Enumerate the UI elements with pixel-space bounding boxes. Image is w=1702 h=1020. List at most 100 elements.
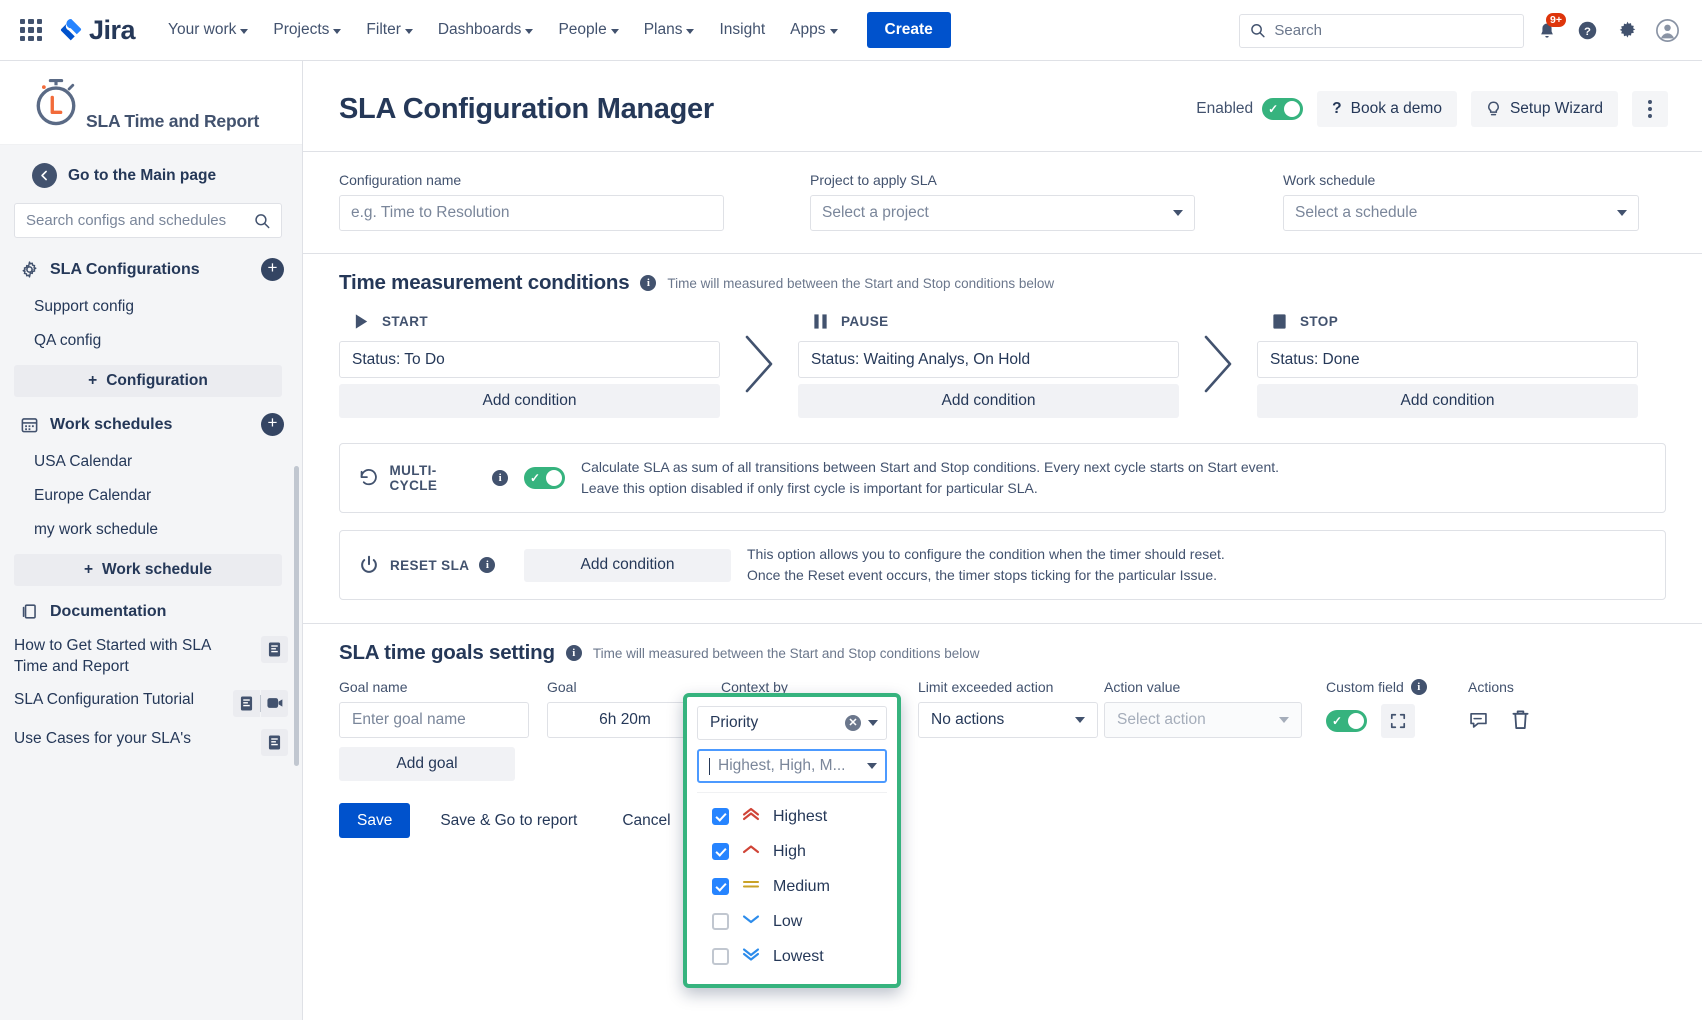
jira-logo[interactable]: Jira [58, 17, 135, 44]
sidebar-item-usa-calendar[interactable]: USA Calendar [0, 445, 302, 479]
sidebar-item-qa-config[interactable]: QA config [0, 324, 302, 358]
priority-label: Medium [773, 878, 830, 896]
goal-value-input[interactable]: 6h 20m [547, 702, 703, 738]
add-work-schedule-button[interactable]: + Work schedule [14, 554, 282, 586]
nav-item-your-work[interactable]: Your work [157, 13, 259, 47]
sidebar-scrollbar[interactable] [294, 466, 299, 766]
context-by-field-select[interactable]: Priority ✕ [697, 706, 887, 740]
priority-low-icon [742, 912, 760, 931]
custom-field-cell: ✓ [1326, 702, 1468, 738]
info-icon[interactable]: i [566, 645, 582, 661]
doc-icon[interactable] [261, 636, 288, 663]
documentation-item-label: How to Get Started with SLA Time and Rep… [14, 636, 224, 678]
project-placeholder: Select a project [822, 204, 929, 222]
context-by-values-input[interactable]: Highest, High, M... [697, 749, 887, 783]
book-a-demo-label: Book a demo [1351, 100, 1442, 118]
settings-button[interactable] [1610, 14, 1644, 48]
sidebar-search-input[interactable] [26, 212, 248, 229]
app-switcher-icon[interactable] [18, 17, 44, 43]
action-value-select[interactable]: Select action [1104, 702, 1302, 738]
checkbox[interactable] [712, 948, 729, 965]
configuration-name-placeholder: e.g. Time to Resolution [351, 204, 510, 222]
nav-item-insight[interactable]: Insight [708, 13, 776, 47]
reset-sla-tag: RESET SLA i [358, 554, 508, 576]
doc-icon[interactable] [233, 690, 260, 717]
nav-label: Insight [719, 21, 765, 39]
toggle-knob [1348, 713, 1364, 729]
add-configuration-button[interactable]: + Configuration [14, 365, 282, 397]
checkbox[interactable] [712, 808, 729, 825]
sidebar-item-support-config[interactable]: Support config [0, 290, 302, 324]
save-button[interactable]: Save [339, 803, 410, 838]
nav-item-filter[interactable]: Filter [355, 13, 423, 47]
delete-goal-button[interactable] [1511, 709, 1530, 735]
checkbox[interactable] [712, 843, 729, 860]
sidebar-logo[interactable]: SLA Time and Report [0, 61, 302, 145]
priority-option-low[interactable]: Low [697, 904, 887, 939]
save-and-go-to-report-button[interactable]: Save & Go to report [425, 803, 592, 838]
priority-option-lowest[interactable]: Lowest [697, 939, 887, 974]
limit-exceeded-action-select[interactable]: No actions [918, 702, 1098, 738]
project-select[interactable]: Select a project [810, 195, 1195, 231]
nav-item-plans[interactable]: Plans [633, 13, 706, 47]
add-work-schedule-icon[interactable]: + [261, 413, 284, 436]
start-add-condition-button[interactable]: Add condition [339, 384, 720, 418]
pause-label: PAUSE [841, 314, 889, 329]
check-icon: ✓ [530, 472, 540, 484]
stop-add-condition-button[interactable]: Add condition [1257, 384, 1638, 418]
info-icon[interactable]: i [479, 557, 495, 573]
nav-item-projects[interactable]: Projects [262, 13, 352, 47]
sidebar-search-box[interactable] [14, 203, 282, 238]
pause-add-condition-button[interactable]: Add condition [798, 384, 1179, 418]
global-search-box[interactable] [1239, 14, 1524, 48]
user-avatar[interactable] [1650, 14, 1684, 48]
clear-icon[interactable]: ✕ [845, 715, 861, 731]
nav-item-apps[interactable]: Apps [779, 13, 848, 47]
expand-custom-field-button[interactable] [1381, 704, 1415, 738]
sidebar-item-my-work-schedule[interactable]: my work schedule [0, 513, 302, 547]
pause-condition-value[interactable]: Status: Waiting Analys, On Hold [798, 341, 1179, 378]
custom-field-toggle[interactable]: ✓ [1326, 710, 1367, 732]
dot [1648, 114, 1652, 118]
help-button[interactable]: ? [1570, 14, 1604, 48]
configuration-name-input[interactable]: e.g. Time to Resolution [339, 195, 724, 231]
documentation-item-sla-tutorial[interactable]: SLA Configuration Tutorial [0, 684, 302, 723]
go-to-main-page-link[interactable]: Go to the Main page [0, 145, 302, 199]
global-search-input[interactable] [1274, 22, 1513, 39]
documents-icon [20, 602, 39, 621]
nav-item-dashboards[interactable]: Dashboards [427, 13, 545, 47]
setup-wizard-button[interactable]: Setup Wizard [1471, 91, 1618, 127]
add-goal-button[interactable]: Add goal [339, 747, 515, 781]
info-icon[interactable]: i [492, 470, 508, 486]
stop-icon [1271, 313, 1288, 330]
sidebar-item-europe-calendar[interactable]: Europe Calendar [0, 479, 302, 513]
checkbox[interactable] [712, 878, 729, 895]
nav-item-people[interactable]: People [547, 13, 629, 47]
enabled-toggle[interactable]: ✓ [1262, 98, 1303, 120]
create-button[interactable]: Create [867, 12, 951, 48]
priority-option-highest[interactable]: Highest [697, 799, 887, 834]
checkbox[interactable] [712, 913, 729, 930]
goal-name-input[interactable]: Enter goal name [339, 702, 529, 738]
stop-condition-value[interactable]: Status: Done [1257, 341, 1638, 378]
info-icon[interactable]: i [640, 275, 656, 291]
documentation-item-use-cases[interactable]: Use Cases for your SLA's [0, 723, 302, 762]
add-sla-configuration-icon[interactable]: + [261, 258, 284, 281]
more-options-button[interactable] [1632, 91, 1668, 127]
book-a-demo-button[interactable]: ? Book a demo [1317, 91, 1457, 127]
info-icon[interactable]: i [1411, 679, 1427, 695]
multi-cycle-toggle[interactable]: ✓ [524, 467, 565, 489]
work-schedule-select[interactable]: Select a schedule [1283, 195, 1639, 231]
doc-icon[interactable] [261, 729, 288, 756]
priority-option-high[interactable]: High [697, 834, 887, 869]
notifications-button[interactable]: 9+ [1530, 14, 1564, 48]
plus-icon: + [88, 372, 97, 390]
documentation-item-getting-started[interactable]: How to Get Started with SLA Time and Rep… [0, 630, 302, 684]
priority-option-medium[interactable]: Medium [697, 869, 887, 904]
jira-nav-items: Your work Projects Filter Dashboards Peo… [157, 13, 848, 47]
video-icon[interactable] [261, 690, 288, 717]
comment-action-button[interactable] [1468, 709, 1489, 735]
start-condition-value[interactable]: Status: To Do [339, 341, 720, 378]
reset-sla-add-condition-button[interactable]: Add condition [524, 549, 731, 582]
cancel-button[interactable]: Cancel [607, 803, 685, 838]
